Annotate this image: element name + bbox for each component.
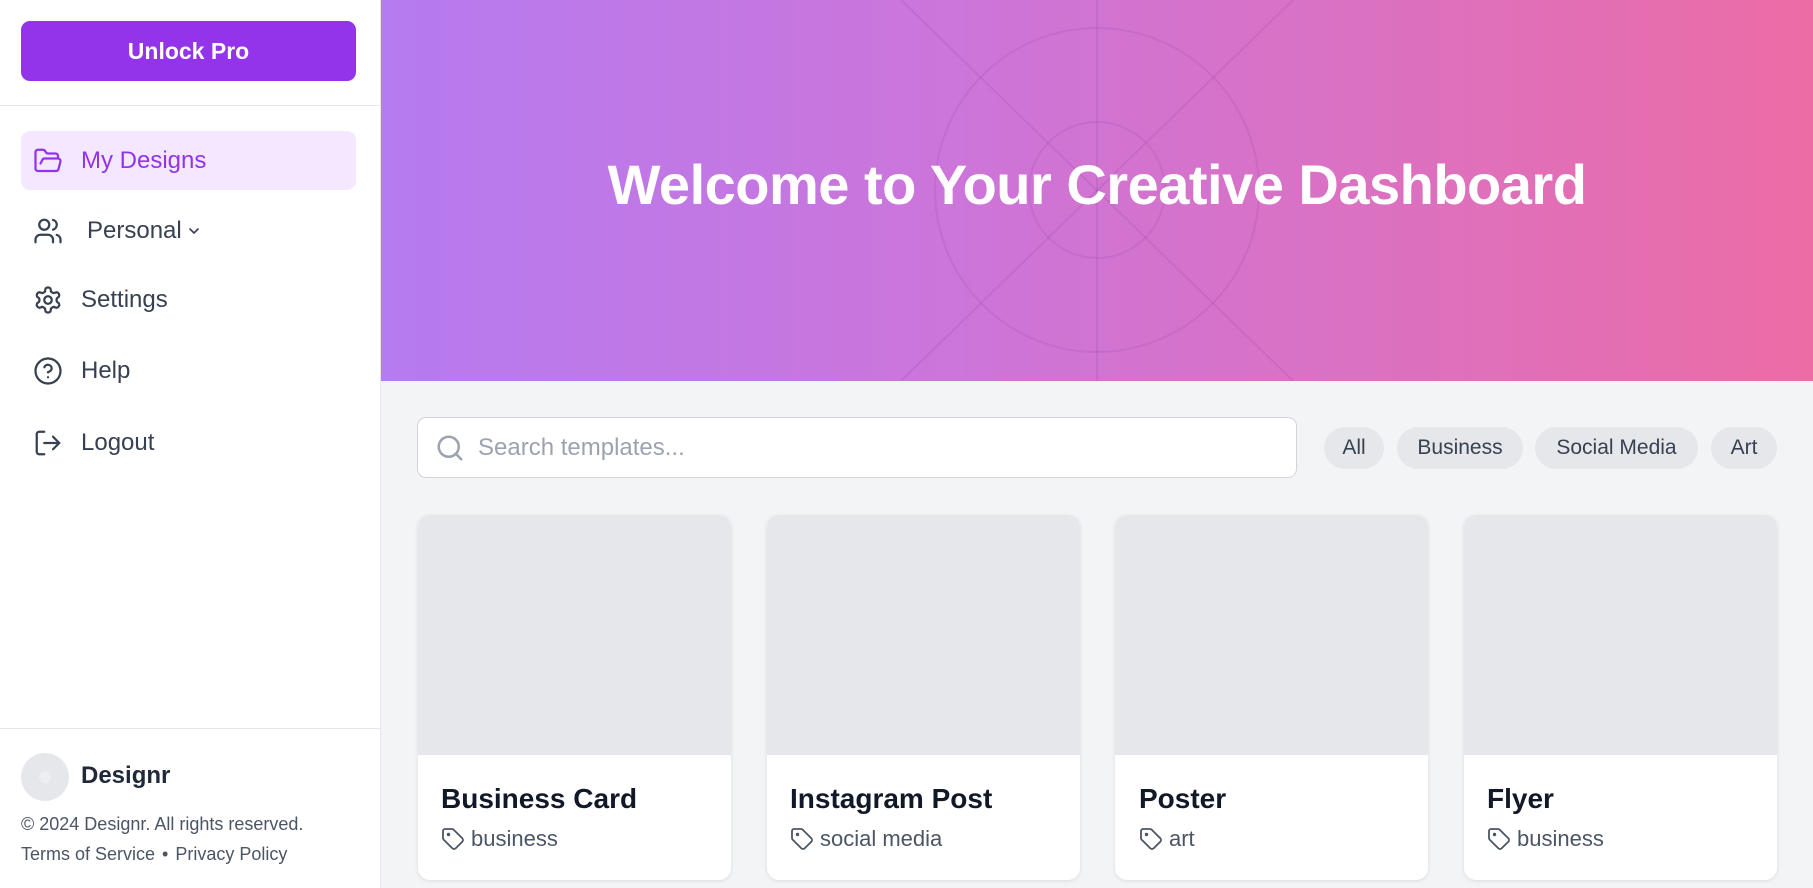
tag-icon: [1140, 828, 1162, 850]
filter-chip-social-media[interactable]: Social Media: [1535, 427, 1698, 469]
terms-of-service-link[interactable]: Terms of Service: [21, 844, 155, 865]
tag-icon: [1488, 828, 1510, 850]
template-tag-label: business: [471, 826, 558, 851]
sidebar-item-label: Personal: [87, 216, 182, 244]
template-title: Business Card: [441, 783, 638, 814]
template-thumbnail: [1115, 515, 1428, 755]
template-tag: business: [1487, 826, 1604, 852]
avatar: [21, 753, 69, 801]
copyright-text: © 2024 Designr. All rights reserved.: [21, 814, 304, 834]
sidebar-item-label: Settings: [81, 285, 168, 313]
footer-links: Terms of Service • Privacy Policy: [21, 844, 287, 865]
hero-banner: Welcome to Your Creative Dashboard: [381, 0, 1813, 381]
filter-chip-art[interactable]: Art: [1711, 427, 1777, 469]
template-tag: art: [1139, 826, 1195, 852]
sidebar-item-personal[interactable]: Personal: [21, 201, 356, 260]
gear-icon: [33, 285, 63, 315]
sidebar: Unlock Pro My Designs Personal Settings …: [0, 0, 381, 888]
privacy-policy-link[interactable]: Privacy Policy: [175, 844, 287, 865]
unlock-pro-button[interactable]: Unlock Pro: [21, 21, 356, 81]
template-tag-label: art: [1169, 826, 1195, 851]
hero-title: Welcome to Your Creative Dashboard: [607, 153, 1587, 216]
template-tag: business: [441, 826, 558, 852]
sidebar-item-my-designs[interactable]: My Designs: [21, 131, 356, 190]
chevron-down-icon: [186, 223, 202, 239]
tag-icon: [791, 828, 813, 850]
footer-separator: •: [162, 844, 169, 864]
sidebar-item-label: My Designs: [81, 146, 207, 174]
sidebar-item-label: Logout: [81, 428, 155, 456]
sidebar-item-settings[interactable]: Settings: [21, 270, 356, 329]
template-tag-label: business: [1517, 826, 1604, 851]
template-tag: social media: [790, 826, 942, 852]
template-title: Instagram Post: [790, 783, 993, 814]
sidebar-item-help[interactable]: Help: [21, 341, 356, 400]
brand-name: Designr: [81, 762, 171, 789]
help-circle-icon: [33, 356, 63, 386]
template-thumbnail: [418, 515, 731, 755]
sidebar-item-label: Help: [81, 356, 131, 384]
template-thumbnail: [1464, 515, 1777, 755]
template-thumbnail: [767, 515, 1080, 755]
logout-icon: [33, 428, 63, 458]
sidebar-item-logout[interactable]: Logout: [21, 413, 356, 472]
template-title: Poster: [1139, 783, 1227, 814]
search-input[interactable]: [478, 428, 1278, 468]
users-icon: [33, 216, 63, 246]
tag-icon: [442, 828, 464, 850]
filter-chip-business[interactable]: Business: [1397, 427, 1523, 469]
filter-chip-all[interactable]: All: [1324, 427, 1384, 469]
search-icon: [437, 435, 463, 461]
folder-open-icon: [33, 146, 63, 176]
template-tag-label: social media: [820, 826, 943, 851]
search-box: [417, 417, 1297, 478]
template-title: Flyer: [1487, 783, 1554, 814]
sidebar-footer-divider: [0, 728, 380, 729]
sidebar-divider: [0, 105, 380, 106]
